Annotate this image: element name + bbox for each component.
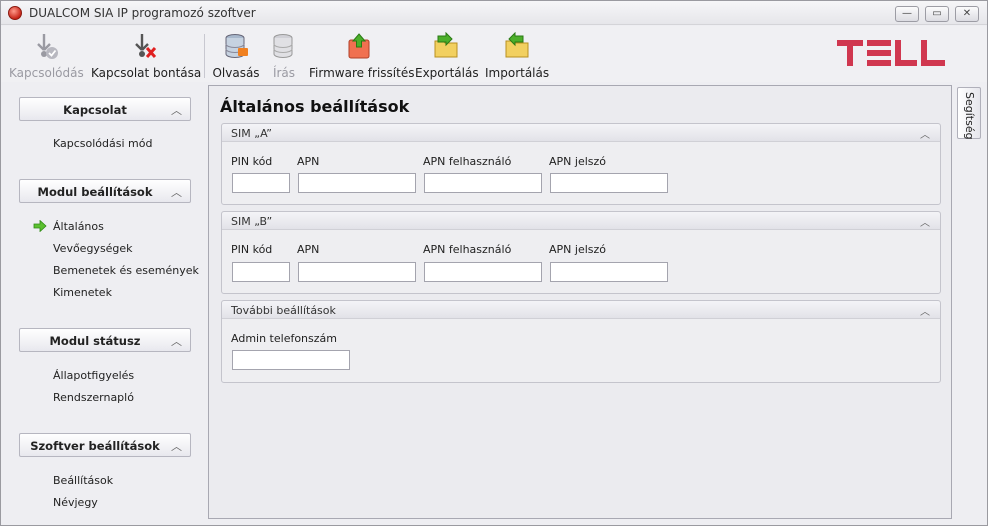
app-window: DUALCOM SIA IP programozó szoftver — ▭ ✕… <box>0 0 988 526</box>
section-sim-b: SIM „B” ︿ PIN kód APN APN felhasználó AP… <box>221 211 941 294</box>
sim-b-pin-input[interactable] <box>232 262 290 282</box>
sidebar-group-title: Szoftver beállítások <box>30 439 160 453</box>
pin-label: PIN kód <box>231 243 273 256</box>
chevron-up-icon: ︿ <box>171 440 182 453</box>
section-title: SIM „B” <box>231 215 273 228</box>
sidebar-group-kapcsolat[interactable]: Kapcsolat ︿ <box>19 97 191 121</box>
admin-phone-input[interactable] <box>232 350 350 370</box>
chevron-up-icon: ︿ <box>171 104 182 117</box>
sidebar-item-altalanos[interactable]: Általános <box>53 220 104 233</box>
chevron-up-icon: ︿ <box>920 130 930 141</box>
import-label: Importálás <box>485 66 550 80</box>
sidebar-item-bemenetek[interactable]: Bemenetek és események <box>53 264 199 277</box>
apn-password-label: APN jelszó <box>549 155 606 168</box>
chevron-up-icon: ︿ <box>920 307 930 318</box>
title-bar: DUALCOM SIA IP programozó szoftver — ▭ ✕ <box>1 1 987 25</box>
sidebar-group-szoftver-beallitasok[interactable]: Szoftver beállítások ︿ <box>19 433 191 457</box>
database-write-icon <box>273 34 293 58</box>
apn-user-label: APN felhasználó <box>423 243 512 256</box>
sidebar: Kapcsolat ︿ Kapcsolódási mód Modul beáll… <box>9 87 201 519</box>
section-tovabbi-beallitasok: További beállítások ︿ Admin telefonszám <box>221 300 941 383</box>
pin-label: PIN kód <box>231 155 273 168</box>
sidebar-item-kapcsolodasi-mod[interactable]: Kapcsolódási mód <box>53 137 152 150</box>
toolbar: Kapcsolódás Kapcsolat bontása Olvasás Ír… <box>1 26 987 82</box>
sidebar-item-allapotfigyeles[interactable]: Állapotfigyelés <box>53 369 134 382</box>
help-tab-label: Segítség <box>963 92 976 140</box>
apn-password-label: APN jelszó <box>549 243 606 256</box>
help-tab[interactable]: Segítség <box>957 87 981 140</box>
window-title: DUALCOM SIA IP programozó szoftver <box>29 6 256 20</box>
folder-import-icon <box>505 32 529 58</box>
sim-b-apn-user-input[interactable] <box>424 262 542 282</box>
sidebar-group-modul-beallitasok[interactable]: Modul beállítások ︿ <box>19 179 191 203</box>
sidebar-item-rendszernaplo[interactable]: Rendszernapló <box>53 391 134 404</box>
sim-b-apn-password-input[interactable] <box>550 262 668 282</box>
chevron-up-icon: ︿ <box>171 186 182 199</box>
page-title: Általános beállítások <box>220 97 410 116</box>
read-label: Olvasás <box>212 66 260 80</box>
app-icon <box>8 6 22 20</box>
apn-user-label: APN felhasználó <box>423 155 512 168</box>
sim-a-apn-password-input[interactable] <box>550 173 668 193</box>
minimize-button[interactable]: — <box>895 6 919 22</box>
section-sim-a: SIM „A” ︿ PIN kód APN APN felhasználó AP… <box>221 123 941 205</box>
database-read-icon <box>225 34 248 58</box>
close-button[interactable]: ✕ <box>955 6 979 22</box>
sidebar-item-nevjegy[interactable]: Névjegy <box>53 496 98 509</box>
section-header[interactable]: További beállítások ︿ <box>222 301 940 319</box>
connect-button[interactable]: Kapcsolódás <box>9 30 84 80</box>
sim-a-pin-input[interactable] <box>232 173 290 193</box>
import-button[interactable]: Importálás <box>485 30 549 80</box>
sim-a-apn-user-input[interactable] <box>424 173 542 193</box>
sidebar-item-kimenetek[interactable]: Kimenetek <box>53 286 112 299</box>
chevron-up-icon: ︿ <box>920 218 930 229</box>
apn-label: APN <box>297 243 320 256</box>
sim-a-apn-input[interactable] <box>298 173 416 193</box>
firmware-update-label: Firmware frissítés <box>309 66 415 80</box>
tell-logo <box>837 40 945 66</box>
write-label: Írás <box>272 66 296 80</box>
sidebar-group-modul-statusz[interactable]: Modul státusz ︿ <box>19 328 191 352</box>
disconnect-label: Kapcsolat bontása <box>91 66 202 80</box>
firmware-upload-icon <box>348 33 370 59</box>
admin-phone-label: Admin telefonszám <box>231 332 337 345</box>
sidebar-group-title: Modul státusz <box>49 334 141 348</box>
read-button[interactable]: Olvasás <box>211 30 261 80</box>
disconnect-button[interactable]: Kapcsolat bontása <box>91 30 202 80</box>
usb-connect-icon <box>37 34 58 59</box>
section-header[interactable]: SIM „B” ︿ <box>222 212 940 230</box>
sidebar-group-title: Modul beállítások <box>37 185 153 199</box>
export-button[interactable]: Exportálás <box>415 30 479 80</box>
section-header[interactable]: SIM „A” ︿ <box>222 124 940 142</box>
usb-disconnect-icon <box>135 34 157 58</box>
sidebar-group-title: Kapcsolat <box>63 103 127 117</box>
sidebar-item-beallitasok[interactable]: Beállítások <box>53 474 113 487</box>
active-arrow-icon <box>33 220 47 232</box>
maximize-button[interactable]: ▭ <box>925 6 949 22</box>
toolbar-separator <box>204 34 205 78</box>
chevron-up-icon: ︿ <box>171 335 182 348</box>
firmware-update-button[interactable]: Firmware frissítés <box>309 30 415 80</box>
section-title: További beállítások <box>231 304 336 317</box>
sim-b-apn-input[interactable] <box>298 262 416 282</box>
export-label: Exportálás <box>415 66 479 80</box>
folder-export-icon <box>434 32 458 58</box>
connect-label: Kapcsolódás <box>9 66 84 80</box>
sidebar-item-vevoegysegek[interactable]: Vevőegységek <box>53 242 133 255</box>
section-title: SIM „A” <box>231 127 272 140</box>
write-button[interactable]: Írás <box>267 30 301 80</box>
apn-label: APN <box>297 155 320 168</box>
main-panel: Általános beállítások SIM „A” ︿ PIN kód … <box>208 85 952 519</box>
